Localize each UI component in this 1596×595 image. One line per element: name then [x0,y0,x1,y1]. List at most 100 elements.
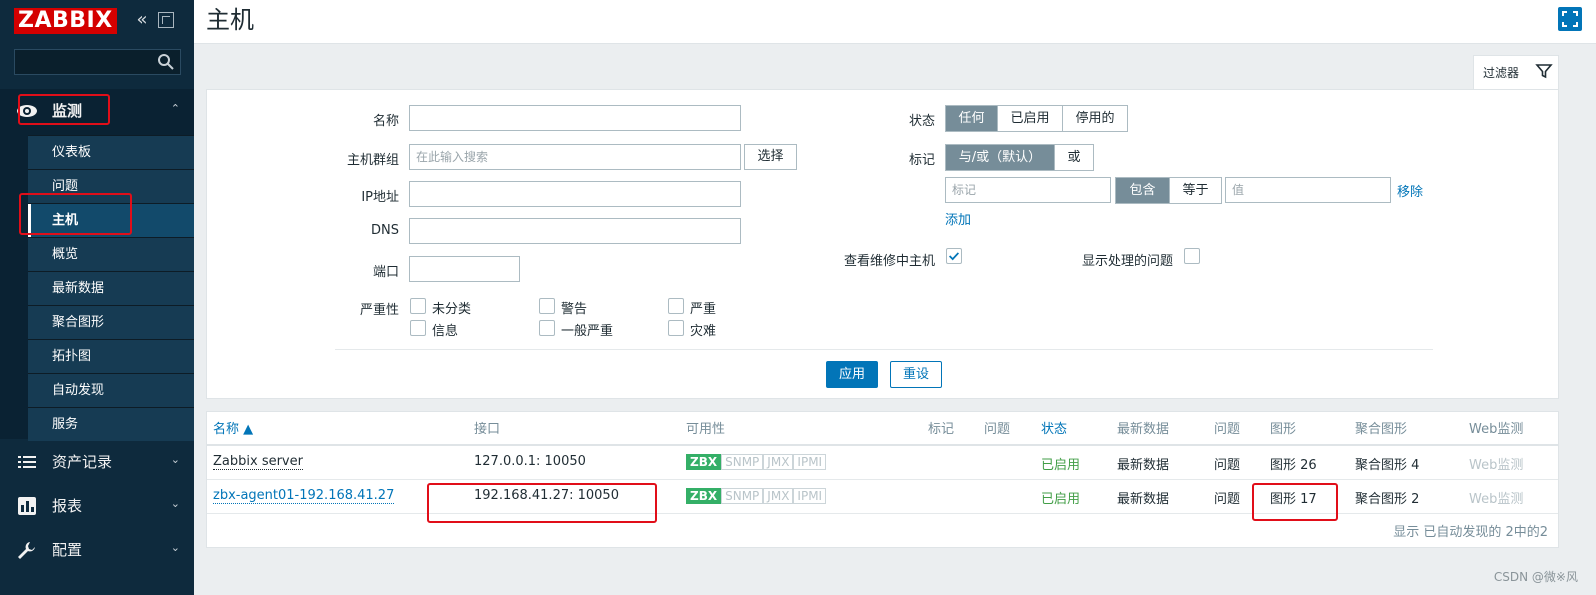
severity-checkbox-high[interactable] [668,298,684,314]
status-option-any[interactable]: 任何 [946,106,997,131]
port-label: 端口 [372,265,399,280]
row-divider [207,479,1558,480]
menu-monitoring[interactable]: 监测 ⌃ [0,89,194,133]
zbx-badge: ZBX [686,454,722,470]
status-option-enabled[interactable]: 已启用 [997,106,1062,131]
suppressed-checkbox[interactable] [1184,248,1200,264]
filter-divider [335,349,1433,350]
eye-icon [17,105,37,117]
ipmi-badge: IPMI [793,454,827,470]
host-status-link[interactable]: 已启用 [1041,488,1080,507]
submenu-services[interactable]: 服务 [28,407,194,441]
graphs-link[interactable]: 图形 26 [1270,454,1317,473]
submenu-label: 服务 [52,417,79,432]
snmp-badge: SNMP [721,488,764,504]
tag-remove-link[interactable]: 移除 [1397,181,1423,200]
submenu-label: 问题 [52,179,79,194]
dns-input[interactable] [409,218,741,244]
tag-logic-or[interactable]: 或 [1054,145,1093,170]
filter-tab[interactable]: 过滤器 [1473,55,1559,89]
web-monitoring-text: Web监测 [1469,458,1524,473]
maintenance-checkbox[interactable] [946,248,962,264]
col-tags-header: 标记 [928,422,955,437]
submenu-label: 最新数据 [52,281,105,296]
severity-label-information: 信息 [432,324,459,339]
table-header-divider [207,444,1558,446]
submenu-label: 聚合图形 [52,315,105,330]
tag-operator-equals[interactable]: 等于 [1169,178,1221,203]
status-label: 状态 [908,114,935,129]
zabbix-logo[interactable]: ZABBIX [14,8,117,34]
apply-button[interactable]: 应用 [826,361,878,388]
tag-logic-and-or[interactable]: 与/或（默认） [946,145,1054,170]
name-input[interactable] [409,105,741,131]
dns-label: DNS [371,223,399,238]
tag-value-input[interactable] [1225,177,1391,203]
tag-name-input[interactable] [945,177,1111,203]
severity-checkbox-information[interactable] [410,320,426,336]
search-icon[interactable] [156,52,176,72]
graphs-link[interactable]: 图形 17 [1270,488,1317,507]
col-name-header[interactable]: 名称 ▲ [213,418,253,437]
submenu-hosts[interactable]: 主机 [28,203,194,238]
severity-checkbox-warning[interactable] [539,298,555,314]
submenu-overview[interactable]: 概览 [28,237,194,271]
jmx-badge: JMX [763,454,794,470]
host-name-link[interactable]: Zabbix server [213,454,303,470]
menu-inventory[interactable]: 资产记录 ⌄ [0,440,194,484]
port-input[interactable] [409,256,520,282]
collapse-sidebar-icon[interactable]: « [132,10,152,30]
submenu-label: 自动发现 [52,383,105,398]
menu-configuration[interactable]: 配置 ⌄ [0,528,194,572]
kiosk-mode-icon[interactable] [158,12,174,28]
severity-checkbox-average[interactable] [539,320,555,336]
sidebar-search-input[interactable] [15,50,155,74]
menu-reports[interactable]: 报表 ⌄ [0,484,194,528]
hostgroup-input[interactable] [409,144,741,170]
tag-operator-contains[interactable]: 包含 [1116,178,1169,203]
ip-label: IP地址 [361,190,399,205]
col-interface-header: 接口 [474,422,501,437]
host-status-link[interactable]: 已启用 [1041,454,1080,473]
col-graphs-header: 图形 [1270,422,1297,437]
submenu-problems[interactable]: 问题 [28,169,194,203]
list-icon [18,456,36,468]
host-name-link[interactable]: zbx-agent01-192.168.41.27 [213,488,395,504]
submenu-maps[interactable]: 拓扑图 [28,339,194,373]
jmx-badge: JMX [763,488,794,504]
submenu-latest-data[interactable]: 最新数据 [28,271,194,305]
submenu-dashboard[interactable]: 仪表板 [28,135,194,169]
name-label: 名称 [372,114,399,129]
reset-button[interactable]: 重设 [890,361,942,388]
severity-label-not-classified: 未分类 [432,302,472,317]
latest-data-link[interactable]: 最新数据 [1117,454,1169,473]
suppressed-label: 显示处理的问题 [1081,254,1173,269]
submenu-label: 主机 [52,213,79,228]
filter-tab-label: 过滤器 [1483,66,1520,80]
severity-checkbox-disaster[interactable] [668,320,684,336]
tag-add-link[interactable]: 添加 [945,209,971,228]
hostgroup-select-button[interactable]: 选择 [744,144,797,170]
chevron-up-icon: ⌃ [170,102,180,115]
ipmi-badge: IPMI [793,488,827,504]
logo-row: ZABBIX « [12,6,190,36]
col-status-header[interactable]: 状态 [1041,418,1067,437]
problems-link[interactable]: 问题 [1214,488,1240,507]
ip-input[interactable] [409,181,741,207]
screens-link[interactable]: 聚合图形 2 [1355,488,1419,507]
menu-inventory-label: 资产记录 [52,453,113,471]
fullscreen-button[interactable] [1558,7,1582,31]
status-option-disabled[interactable]: 停用的 [1062,106,1127,131]
host-interface: 192.168.41.27: 10050 [474,488,619,503]
submenu-discovery[interactable]: 自动发现 [28,373,194,407]
submenu-screens[interactable]: 聚合图形 [28,305,194,339]
filter-panel: 名称 主机群组 选择 IP地址 DNS 端口 严重性 未分类 警告 严重 信息 … [206,89,1559,399]
col-availability-header: 可用性 [686,422,726,437]
page-header: 主机 [194,0,1596,44]
screens-link[interactable]: 聚合图形 4 [1355,454,1419,473]
problems-link[interactable]: 问题 [1214,454,1240,473]
severity-checkbox-not-classified[interactable] [410,298,426,314]
latest-data-link[interactable]: 最新数据 [1117,488,1169,507]
menu-reports-label: 报表 [52,497,83,515]
maintenance-label: 查看维修中主机 [843,254,935,269]
